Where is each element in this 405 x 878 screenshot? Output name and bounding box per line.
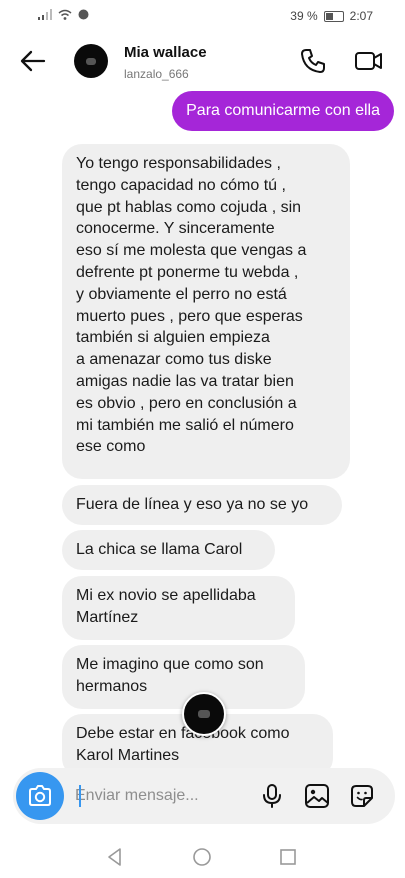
- message-line: que pt hablas como cojuda , sin: [76, 198, 302, 216]
- chat-header: Mia wallace lanzalo_666: [0, 32, 405, 94]
- message-line: amigas nadie las va tratar bien: [76, 372, 294, 390]
- message-bubble-incoming[interactable]: Me imagino que como son hermanos: [62, 645, 305, 709]
- message-line: Me imagino que como son: [76, 656, 264, 673]
- message-bubble-incoming[interactable]: Fuera de línea y eso ya no se yo: [62, 485, 342, 525]
- status-icons-right: 39 % 2:07: [290, 9, 373, 23]
- message-line: y obviamente el perro no está: [76, 285, 287, 303]
- message-line: tengo capacidad no cómo tú ,: [76, 176, 286, 194]
- chat-head-avatar[interactable]: [182, 692, 226, 736]
- avatar[interactable]: [74, 44, 108, 78]
- status-icons-left: [38, 9, 89, 20]
- video-icon[interactable]: [353, 46, 383, 76]
- message-line: Yo tengo responsabilidades ,: [76, 155, 281, 172]
- messenger-notification-icon: [78, 9, 89, 20]
- message-input[interactable]: [75, 784, 245, 808]
- message-line: mi también me salió el número: [76, 416, 294, 434]
- message-line: defrente pt ponerme tu webda ,: [76, 263, 299, 281]
- message-bubble-incoming[interactable]: Yo tengo responsabilidades , tengo capac…: [62, 144, 350, 479]
- message-line: hermanos: [76, 677, 148, 695]
- battery-percent: 39 %: [290, 9, 318, 23]
- system-nav-bar: [0, 836, 405, 878]
- camera-icon: [29, 785, 51, 806]
- gallery-icon[interactable]: [303, 782, 331, 810]
- message-line: es obvio , pero en conclusión a: [76, 394, 297, 412]
- message-line: eso sí me molesta que vengas a: [76, 242, 307, 260]
- battery-icon: [323, 11, 344, 22]
- message-line: La chica se llama Carol: [76, 541, 243, 558]
- wifi-icon: [58, 9, 72, 20]
- nav-recents-icon[interactable]: [277, 846, 299, 868]
- avatar-image: [198, 710, 210, 718]
- message-line: conocerme. Y sinceramente: [76, 220, 275, 238]
- status-time: 2:07: [349, 9, 373, 23]
- signal-icon: [38, 9, 52, 20]
- message-bubble-incoming[interactable]: La chica se llama Carol: [62, 530, 275, 570]
- message-line: a amenazar como tus diske: [76, 351, 272, 369]
- status-bar: 39 % 2:07: [0, 0, 405, 32]
- contact-username[interactable]: lanzalo_666: [124, 67, 189, 81]
- message-line: Karol Martines: [76, 746, 180, 764]
- message-line: Fuera de línea y eso ya no se yo: [76, 496, 309, 513]
- nav-back-icon[interactable]: [104, 846, 126, 868]
- contact-name[interactable]: Mia wallace: [124, 44, 207, 61]
- message-line: Martínez: [76, 608, 139, 626]
- avatar-image: [86, 57, 96, 65]
- sticker-icon[interactable]: [348, 782, 376, 810]
- message-line: Mi ex novio se apellidaba: [76, 587, 256, 604]
- nav-home-icon[interactable]: [191, 846, 213, 868]
- text-cursor: [79, 785, 81, 807]
- back-arrow-icon[interactable]: [18, 46, 48, 76]
- message-composer: [13, 768, 395, 824]
- phone-icon[interactable]: [298, 46, 328, 76]
- message-bubble-outgoing[interactable]: Para comunicarme con ella: [172, 91, 394, 131]
- microphone-icon[interactable]: [258, 782, 286, 810]
- camera-button[interactable]: [16, 772, 64, 820]
- message-line: ese como: [76, 438, 146, 456]
- message-line: también si alguien empieza: [76, 329, 270, 347]
- message-line: muerto pues , pero que esperas: [76, 307, 303, 325]
- message-bubble-incoming[interactable]: Mi ex novio se apellidaba Martínez: [62, 576, 295, 640]
